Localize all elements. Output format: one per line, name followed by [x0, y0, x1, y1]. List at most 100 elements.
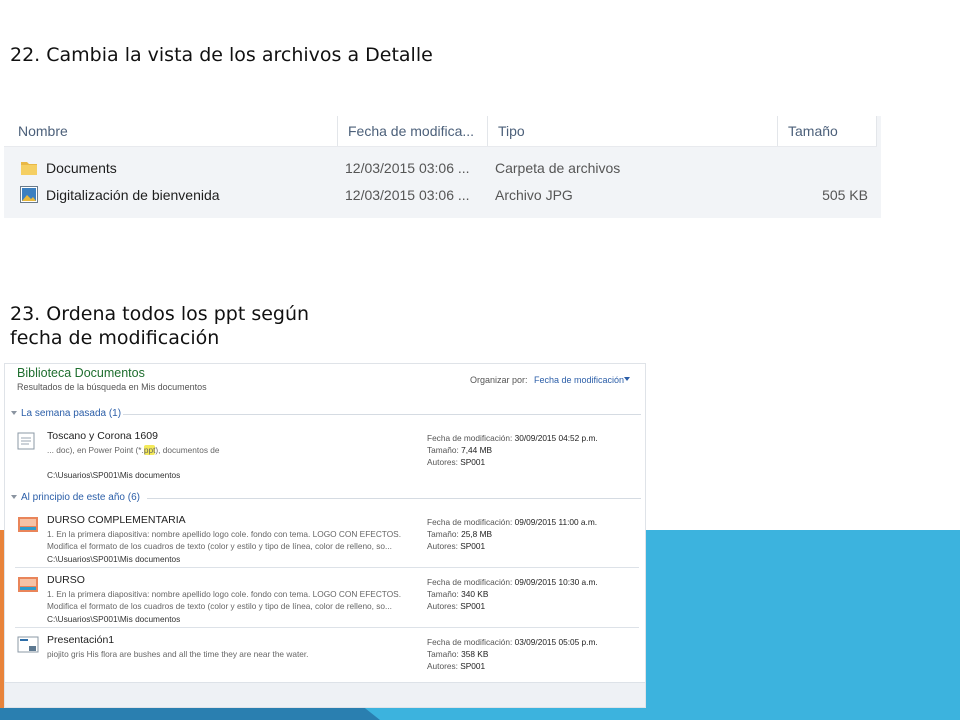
- group-label: Al principio de este año (6): [21, 492, 140, 503]
- meta-value: 09/09/2015 11:00 a.m.: [514, 517, 598, 527]
- result-name: Presentación1: [47, 634, 115, 646]
- meta-value: 03/09/2015 05:05 p.m.: [514, 637, 598, 647]
- file-name: Documents: [46, 160, 117, 176]
- snippet-text: ... doc), en Power Point (*.: [47, 445, 144, 455]
- chevron-down-icon[interactable]: [624, 377, 630, 381]
- snippet-text: ), documentos de: [155, 445, 220, 455]
- library-footer: [5, 682, 645, 707]
- file-row[interactable]: Digitalización de bienvenida 12/03/2015 …: [4, 182, 881, 208]
- result-meta-author: Autores: SP001: [427, 601, 485, 611]
- result-path: C:\Usuarios\SP001\Mis documentos: [47, 470, 181, 480]
- presentation-icon: [18, 577, 38, 592]
- file-row[interactable]: Documents 12/03/2015 03:06 ... Carpeta d…: [4, 155, 881, 181]
- step-23-heading: 23. Ordena todos los ppt según fecha de …: [10, 303, 310, 349]
- meta-value: SP001: [460, 601, 486, 611]
- explorer-detail-view: Nombre Fecha de modifica... Tipo Tamaño …: [4, 116, 881, 218]
- library-search-panel: Biblioteca Documentos Resultados de la b…: [4, 363, 646, 708]
- result-snippet: 1. En la primera diapositiva: nombre ape…: [47, 589, 402, 599]
- result-item[interactable]: Presentación1 piojito gris His flora are…: [15, 634, 639, 680]
- meta-label: Tamaño:: [427, 445, 459, 455]
- meta-label: Fecha de modificación:: [427, 433, 513, 443]
- meta-value: SP001: [460, 661, 486, 671]
- meta-value: 358 KB: [461, 649, 489, 659]
- meta-value: 25,8 MB: [461, 529, 493, 539]
- meta-value: 7,44 MB: [461, 445, 493, 455]
- file-size: 505 KB: [822, 187, 868, 203]
- result-path: C:\Usuarios\SP001\Mis documentos: [47, 614, 181, 624]
- meta-label: Tamaño:: [427, 649, 459, 659]
- file-date: 12/03/2015 03:06 ...: [345, 187, 470, 203]
- result-meta-size: Tamaño: 340 KB: [427, 589, 488, 599]
- result-meta-author: Autores: SP001: [427, 457, 485, 467]
- presentation-blank-icon: [17, 636, 39, 653]
- result-snippet: piojito gris His flora are bushes and al…: [47, 649, 309, 659]
- item-divider: [15, 627, 639, 628]
- sort-label: Organizar por:: [470, 375, 528, 385]
- result-meta-date: Fecha de modificación: 09/09/2015 11:00 …: [427, 517, 597, 527]
- file-name: Digitalización de bienvenida: [46, 187, 220, 203]
- result-meta-size: Tamaño: 25,8 MB: [427, 529, 492, 539]
- result-item[interactable]: DURSO 1. En la primera diapositiva: nomb…: [15, 574, 639, 630]
- group-label: La semana pasada (1): [21, 408, 122, 419]
- library-title: Biblioteca Documentos: [17, 366, 145, 380]
- meta-value: SP001: [460, 457, 486, 467]
- result-name: DURSO: [47, 574, 85, 586]
- slide-bottom-bar-dark: [0, 708, 380, 720]
- result-meta-date: Fecha de modificación: 09/09/2015 10:30 …: [427, 577, 598, 587]
- result-meta-size: Tamaño: 7,44 MB: [427, 445, 492, 455]
- document-icon: [17, 432, 35, 450]
- file-type: Archivo JPG: [495, 187, 573, 203]
- result-meta-author: Autores: SP001: [427, 541, 485, 551]
- meta-label: Autores:: [427, 661, 458, 671]
- column-header-type[interactable]: Tipo: [488, 116, 778, 146]
- file-date: 12/03/2015 03:06 ...: [345, 160, 470, 176]
- library-header: Biblioteca Documentos Resultados de la b…: [5, 364, 645, 400]
- result-snippet: Modifica el formato de los cuadros de te…: [47, 541, 392, 551]
- meta-value: 340 KB: [461, 589, 489, 599]
- meta-value: 30/09/2015 04:52 p.m.: [514, 433, 598, 443]
- meta-label: Autores:: [427, 601, 458, 611]
- result-path: C:\Usuarios\SP001\Mis documentos: [47, 554, 181, 564]
- group-divider: [147, 498, 641, 499]
- meta-label: Fecha de modificación:: [427, 637, 513, 647]
- column-header-date[interactable]: Fecha de modifica...: [338, 116, 488, 146]
- meta-label: Fecha de modificación:: [427, 577, 513, 587]
- slide-accent-block: [600, 530, 960, 720]
- result-meta-size: Tamaño: 358 KB: [427, 649, 488, 659]
- meta-label: Autores:: [427, 541, 458, 551]
- item-divider: [15, 567, 639, 568]
- result-snippet: ... doc), en Power Point (*.ppt), docume…: [47, 445, 220, 455]
- meta-value: SP001: [460, 541, 486, 551]
- column-header-row: Nombre Fecha de modifica... Tipo Tamaño: [4, 116, 877, 147]
- result-name: Toscano y Corona 1609: [47, 430, 158, 442]
- meta-label: Tamaño:: [427, 589, 459, 599]
- result-item[interactable]: Toscano y Corona 1609 ... doc), en Power…: [15, 430, 639, 488]
- library-subtitle: Resultados de la búsqueda en Mis documen…: [17, 382, 207, 392]
- group-divider: [123, 414, 641, 415]
- result-snippet: Modifica el formato de los cuadros de te…: [47, 601, 392, 611]
- result-name: DURSO COMPLEMENTARIA: [47, 514, 186, 526]
- result-snippet: 1. En la primera diapositiva: nombre ape…: [47, 529, 402, 539]
- column-header-name[interactable]: Nombre: [4, 116, 338, 146]
- collapse-triangle-icon[interactable]: [11, 411, 17, 415]
- result-meta-author: Autores: SP001: [427, 661, 485, 671]
- file-type: Carpeta de archivos: [495, 160, 621, 176]
- collapse-triangle-icon[interactable]: [11, 495, 17, 499]
- meta-label: Tamaño:: [427, 529, 459, 539]
- meta-label: Fecha de modificación:: [427, 517, 513, 527]
- result-item[interactable]: DURSO COMPLEMENTARIA 1. En la primera di…: [15, 514, 639, 570]
- result-group-header[interactable]: La semana pasada (1): [11, 406, 641, 422]
- step-22-heading: 22. Cambia la vista de los archivos a De…: [10, 44, 433, 66]
- search-highlight: ppt: [143, 445, 156, 455]
- result-meta-date: Fecha de modificación: 30/09/2015 04:52 …: [427, 433, 598, 443]
- image-file-icon: [20, 186, 38, 203]
- result-meta-date: Fecha de modificación: 03/09/2015 05:05 …: [427, 637, 598, 647]
- result-group-header[interactable]: Al principio de este año (6): [11, 490, 641, 506]
- column-header-size[interactable]: Tamaño: [778, 116, 877, 146]
- meta-label: Autores:: [427, 457, 458, 467]
- file-size: [784, 155, 868, 181]
- sort-dropdown[interactable]: Fecha de modificación: [534, 375, 624, 385]
- folder-icon: [21, 162, 37, 175]
- meta-value: 09/09/2015 10:30 a.m.: [514, 577, 598, 587]
- presentation-icon: [18, 517, 38, 532]
